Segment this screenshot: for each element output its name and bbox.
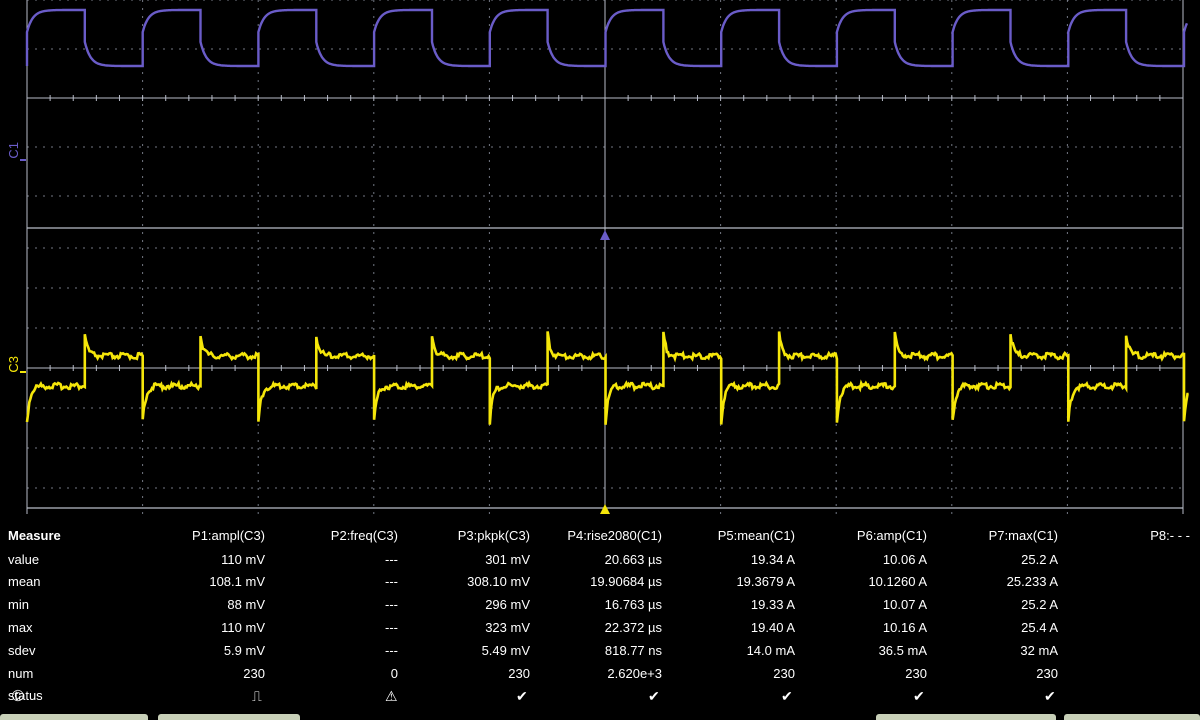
measure-value: 22.372 µs: [604, 620, 662, 635]
measure-header-p4[interactable]: P4:rise2080(C1): [567, 528, 662, 544]
row-label-mean: mean: [8, 574, 41, 589]
measure-value: 16.763 µs: [604, 597, 662, 612]
row-label-min: min: [8, 597, 29, 612]
measure-value: 230: [508, 666, 530, 681]
measure-value: 88 mV: [227, 597, 265, 612]
measure-value: 110 mV: [221, 620, 265, 635]
measure-value: 230: [243, 666, 265, 681]
measure-value: 296 mV: [485, 597, 530, 612]
measure-value: 5.49 mV: [481, 643, 530, 658]
check-icon: ✔: [1044, 688, 1056, 704]
copyright-mark: ©: [12, 688, 24, 705]
pulse-icon: ⎍: [252, 688, 262, 704]
measure-value: 19.40 A: [750, 620, 795, 635]
measure-value: ---: [385, 552, 398, 567]
c1-waveform: [25, 8, 1189, 68]
measure-value: 32 mA: [1020, 643, 1058, 658]
check-icon: ✔: [913, 688, 925, 704]
measure-value: 25.2 A: [1021, 552, 1058, 567]
row-label-sdev: sdev: [8, 643, 36, 658]
measure-value: 10.1260 A: [868, 574, 927, 589]
softkey-3[interactable]: [876, 714, 1056, 720]
measure-value: ---: [385, 574, 398, 589]
measure-value: ---: [385, 643, 398, 658]
measure-value: 5.9 mV: [223, 643, 265, 658]
measure-value: 10.06 A: [882, 552, 927, 567]
measure-value: 25.233 A: [1006, 574, 1058, 589]
measure-value: 0: [390, 666, 398, 681]
measure-header-p3[interactable]: P3:pkpk(C3): [458, 528, 530, 544]
check-icon: ✔: [781, 688, 793, 704]
oscilloscope-display: C1 C3 Measure value mean min max sdev num statu…: [0, 0, 1200, 720]
trigger-marker-c3: [600, 504, 610, 514]
softkey-2[interactable]: [158, 714, 300, 720]
measure-header-p2[interactable]: P2:freq(C3): [331, 528, 398, 544]
measure-value: 230: [773, 666, 795, 681]
measure-value: 20.663 µs: [604, 552, 662, 567]
check-icon: ✔: [516, 688, 528, 704]
measure-value: 19.3679 A: [736, 574, 795, 589]
measure-value: 10.07 A: [882, 597, 927, 612]
measure-value: 301 mV: [485, 552, 530, 567]
measure-value: 110 mV: [221, 552, 265, 567]
measure-value: 308.10 mV: [467, 574, 530, 589]
softkey-4[interactable]: [1064, 714, 1200, 720]
measure-value: 25.4 A: [1021, 620, 1058, 635]
measure-header-p5[interactable]: P5:mean(C1): [718, 528, 795, 544]
measure-value: 230: [905, 666, 927, 681]
measure-value: 19.34 A: [750, 552, 795, 567]
waveform-grid: [20, 0, 1189, 514]
measurement-table: Measure value mean min max sdev num status P1:am…: [0, 524, 1200, 720]
measure-header-p6[interactable]: P6:amp(C1): [857, 528, 927, 544]
measure-value: 19.33 A: [750, 597, 795, 612]
measure-value: 2.620e+3: [607, 666, 662, 681]
softkey-1[interactable]: [0, 714, 148, 720]
row-label-num: num: [8, 666, 34, 681]
measure-value: 25.2 A: [1021, 597, 1058, 612]
measure-value: 230: [1036, 666, 1058, 681]
measure-value: ---: [385, 620, 398, 635]
trigger-marker-c1: [600, 230, 610, 240]
measure-value: 323 mV: [485, 620, 530, 635]
measure-value: 19.90684 µs: [590, 574, 662, 589]
channel-c3-label[interactable]: C3: [6, 356, 21, 373]
measure-title[interactable]: Measure: [8, 528, 61, 544]
c3-waveform: [25, 331, 1189, 425]
row-label-max: max: [8, 620, 33, 635]
measure-value: 14.0 mA: [746, 643, 795, 658]
measure-header-p8[interactable]: P8:- - -: [1150, 528, 1190, 544]
channel-c1-label[interactable]: C1: [6, 142, 21, 159]
measure-value: 10.16 A: [882, 620, 927, 635]
measure-header-p1[interactable]: P1:ampl(C3): [192, 528, 265, 544]
measure-value: ---: [385, 597, 398, 612]
measure-value: 818.77 ns: [604, 643, 662, 658]
measure-value: 108.1 mV: [209, 574, 265, 589]
measure-value: 36.5 mA: [878, 643, 927, 658]
warning-icon: ⚠: [385, 688, 398, 704]
measure-header-p7[interactable]: P7:max(C1): [989, 528, 1058, 544]
check-icon: ✔: [648, 688, 660, 704]
row-label-value: value: [8, 552, 40, 567]
